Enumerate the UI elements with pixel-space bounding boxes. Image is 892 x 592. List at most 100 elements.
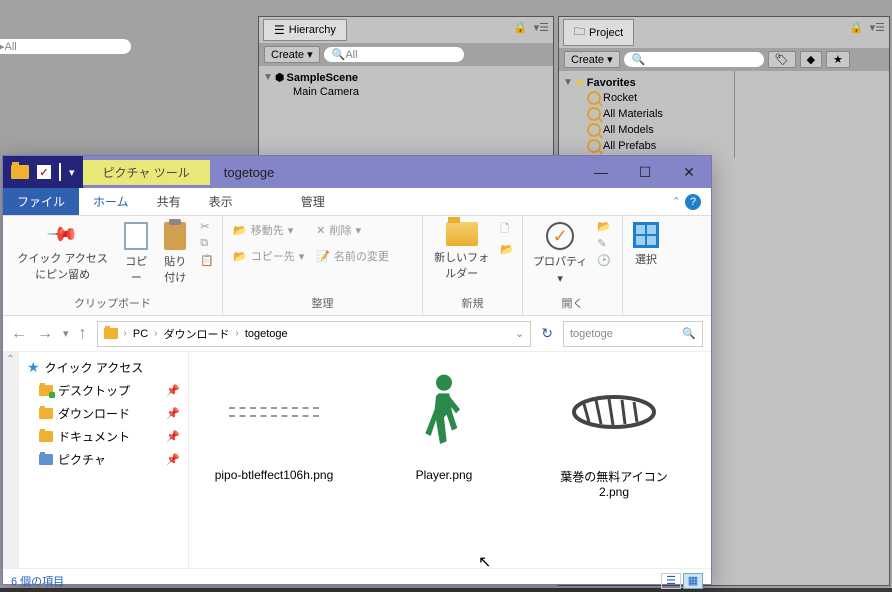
recent-locations[interactable]: ▾ [63,327,69,340]
home-tab[interactable]: ホーム [79,188,143,215]
open-icon[interactable]: 📂 [597,220,611,233]
qat-divider[interactable] [59,163,61,181]
breadcrumb[interactable]: ダウンロード [164,326,230,342]
project-create[interactable]: Create ▾ [564,51,620,68]
new-folder-icon [446,222,478,246]
check-icon: ✓ [546,222,574,250]
saved-search[interactable]: All Prefabs [559,138,734,154]
back-button[interactable]: ← [11,325,27,343]
folder-icon[interactable] [11,165,29,179]
hierarchy-search[interactable]: 🔍All [324,47,464,62]
panel-menu-icon[interactable]: ▾☰ [870,21,885,34]
paste-shortcut-icon[interactable]: 📋 [200,254,214,267]
pin-icon: 📌 [166,453,180,466]
copy-to-button: 📂コピー先 ▾ [231,246,306,266]
file-name: pipo-btleffect106h.png [209,468,339,482]
sidebar-documents[interactable]: ドキュメント📌 [23,425,184,448]
saved-search[interactable]: Rocket [559,90,734,106]
up-button[interactable]: ↑ [79,325,87,343]
select-icon [633,222,659,248]
cigar-thumbnail [564,362,664,462]
explorer-search[interactable]: togetoge🔍 [563,321,703,347]
group-label: 新規 [431,295,514,311]
breadcrumb[interactable]: PC [133,328,148,340]
project-tab[interactable]: 🗀 Project [563,19,634,46]
forward-button[interactable]: → [37,325,53,343]
star-icon: ★ [575,76,585,89]
cut-icon[interactable]: ✂ [200,220,214,233]
pin-to-quick-access[interactable]: 📌クイック アクセスにピン留め [11,220,114,284]
hierarchy-tab[interactable]: ☰ Hierarchy [263,19,347,41]
pin-icon: 📌 [166,384,180,397]
status-text: 6 個の項目 [11,573,64,589]
file-tab[interactable]: ファイル [3,188,79,215]
easy-access-icon[interactable]: 📂 [500,243,514,256]
file-item[interactable]: Player.png [379,362,509,482]
filter-type-icon[interactable]: ◆ [800,51,822,68]
camera-row[interactable]: Main Camera [259,85,553,99]
help-icon[interactable]: ? [685,194,701,210]
thumbnails-view-button[interactable]: ▦ [683,573,703,589]
panel-menu-icon[interactable]: ▾☰ [534,21,549,34]
scene-search[interactable]: ▸All [0,39,131,54]
window-title: togetoge [210,165,289,180]
desktop-icon [39,385,53,396]
file-item[interactable]: 葉巻の無料アイコン2.png [549,362,679,499]
share-tab[interactable]: 共有 [143,188,195,215]
refresh-button[interactable]: ↻ [541,325,553,342]
file-name: Player.png [379,468,509,482]
downloads-icon [39,408,53,419]
sidebar-downloads[interactable]: ダウンロード📌 [23,402,184,425]
picture-tools-tab[interactable]: ピクチャ ツール [83,160,210,185]
quick-access-header[interactable]: ★クイック アクセス [23,356,184,379]
search-icon [587,91,601,105]
new-folder-button[interactable]: 新しいフォルダー [431,220,492,283]
sidebar-pictures[interactable]: ピクチャ📌 [23,448,184,471]
breadcrumb[interactable]: togetoge [245,328,288,340]
qat-dropdown[interactable]: ▾ [69,166,75,179]
copy-path-icon[interactable]: ⧉ [200,237,214,250]
edit-icon[interactable]: ✎ [597,237,611,250]
address-bar[interactable]: › PC› ダウンロード› togetoge ⌄ [97,321,532,347]
folder-icon [104,328,118,339]
favorites-row[interactable]: ▼★ Favorites [559,75,734,90]
hierarchy-create[interactable]: Create ▾ [264,46,320,63]
file-name: 葉巻の無料アイコン2.png [549,468,679,499]
minimize-button[interactable]: — [579,156,623,188]
close-button[interactable]: ✕ [667,156,711,188]
maximize-button[interactable]: ☐ [623,156,667,188]
sidebar-desktop[interactable]: デスクトップ📌 [23,379,184,402]
details-view-button[interactable]: ☰ [661,573,681,589]
saved-search[interactable]: All Models [559,122,734,138]
group-label: 開く [531,295,614,311]
copy-to-icon: 📂 [233,250,247,263]
pictures-icon [39,454,53,465]
file-item[interactable]: pipo-btleffect106h.png [209,362,339,482]
scroll-up-icon[interactable]: ⌃ [6,354,14,365]
save-search-icon[interactable]: ★ [826,51,850,68]
history-icon[interactable]: 🕑 [597,254,611,267]
move-to-button: 📂移動先 ▾ [231,220,306,240]
scene-row[interactable]: ▼⬢ SampleScene [259,70,553,85]
delete-icon: ✕ [316,224,325,237]
select-button[interactable]: 選択 [631,220,661,269]
copy-button[interactable]: コピー [122,220,150,287]
address-dropdown[interactable]: ⌄ [515,327,524,340]
group-label: 整理 [231,295,414,311]
manage-tab[interactable]: 管理 [287,188,339,215]
rename-icon: 📝 [316,250,330,263]
qat-check-icon[interactable]: ✓ [37,165,51,179]
project-search[interactable]: 🔍 [624,52,764,67]
collapse-ribbon-icon[interactable]: ⌃ [672,195,681,208]
paste-button[interactable]: 貼り付け [158,220,192,287]
copy-icon [124,222,148,250]
filter-icon[interactable]: 🏷 [768,51,796,68]
view-tab[interactable]: 表示 [195,188,247,215]
new-item-icon[interactable]: 🗋 [500,220,514,239]
delete-button: ✕削除 ▾ [314,220,391,240]
saved-search[interactable]: All Materials [559,106,734,122]
lock-icon[interactable]: 🔒 [514,21,528,34]
search-icon [587,139,601,153]
lock-icon[interactable]: 🔒 [850,21,864,34]
properties-button[interactable]: ✓プロパティ ▾ [531,220,589,287]
